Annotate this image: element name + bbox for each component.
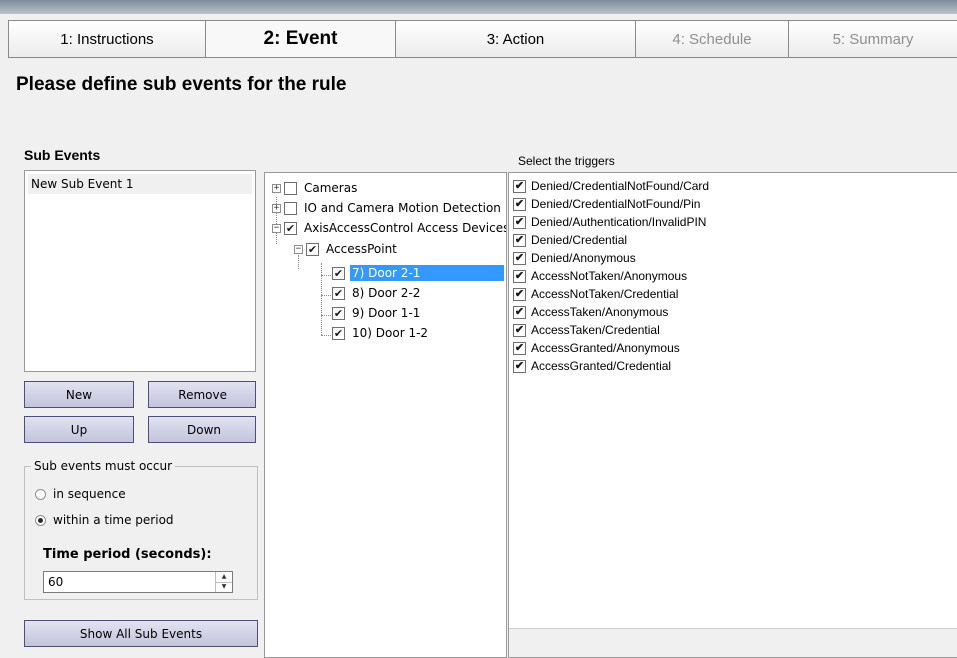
stepper-down-icon[interactable]: ▼ xyxy=(216,581,232,593)
checkbox-checked[interactable]: ✔ xyxy=(332,286,345,300)
collapse-icon[interactable]: − xyxy=(272,223,281,233)
checkbox-checked[interactable]: ✔ xyxy=(513,179,526,193)
checkbox-checked[interactable]: ✔ xyxy=(513,305,526,319)
trigger-item[interactable]: ✔ AccessTaken/Anonymous xyxy=(513,303,668,321)
radio-selected-dot xyxy=(38,517,43,523)
tree-node-door-2-2[interactable]: ✔ 8) Door 2-2 xyxy=(332,283,422,303)
tree-node-label: IO and Camera Motion Detection xyxy=(304,201,501,215)
radio-within-time-period[interactable]: within a time period xyxy=(35,513,174,527)
checkbox-checked[interactable]: ✔ xyxy=(513,287,526,301)
tab-event[interactable]: 2: Event xyxy=(206,21,396,57)
trigger-label: Denied/Credential xyxy=(531,233,628,247)
radio-label: in sequence xyxy=(53,487,126,501)
tree-node-access-devices[interactable]: − ✔ AxisAccessControl Access Devices xyxy=(272,218,507,238)
checkbox-checked[interactable]: ✔ xyxy=(513,323,526,337)
sub-events-title: Sub Events xyxy=(24,147,101,163)
checkbox-checked[interactable]: ✔ xyxy=(284,221,297,235)
sub-events-list[interactable]: New Sub Event 1 xyxy=(24,170,256,372)
tree-node-label: AxisAccessControl Access Devices xyxy=(304,221,507,235)
wizard-tabs: 1: Instructions 2: Event 3: Action 4: Sc… xyxy=(8,20,957,58)
stepper-arrows[interactable]: ▲ ▼ xyxy=(215,572,232,592)
checkbox-checked[interactable]: ✔ xyxy=(513,341,526,355)
tree-node-label: 9) Door 1-1 xyxy=(352,306,421,320)
stepper-up-icon[interactable]: ▲ xyxy=(216,572,232,582)
tree-node-access-point[interactable]: − ✔ AccessPoint xyxy=(294,239,399,259)
radio-circle[interactable] xyxy=(35,488,46,500)
show-all-sub-events-button[interactable]: Show All Sub Events xyxy=(24,620,258,647)
trigger-label: AccessTaken/Anonymous xyxy=(531,305,669,319)
checkbox-checked[interactable]: ✔ xyxy=(332,326,345,340)
tree-node-cameras[interactable]: + Cameras xyxy=(272,178,359,198)
radio-in-sequence[interactable]: in sequence xyxy=(35,487,126,501)
tab-instructions[interactable]: 1: Instructions xyxy=(9,21,206,57)
trigger-item[interactable]: ✔ Denied/Anonymous xyxy=(513,249,636,267)
tree-node-door-1-2[interactable]: ✔ 10) Door 1-2 xyxy=(332,323,430,343)
trigger-label: Denied/CredentialNotFound/Card xyxy=(531,179,710,193)
trigger-label: AccessGranted/Credential xyxy=(531,359,672,373)
occurrence-legend: Sub events must occur xyxy=(31,459,176,473)
trigger-item[interactable]: ✔ Denied/CredentialNotFound/Pin xyxy=(513,195,700,213)
radio-label: within a time period xyxy=(53,513,174,527)
checkbox-checked[interactable]: ✔ xyxy=(306,242,319,256)
tab-action[interactable]: 3: Action xyxy=(396,21,636,57)
trigger-label: Denied/CredentialNotFound/Pin xyxy=(531,197,701,211)
trigger-item[interactable]: ✔ AccessNotTaken/Credential xyxy=(513,285,678,303)
up-button[interactable]: Up xyxy=(24,416,134,443)
checkbox-checked[interactable]: ✔ xyxy=(513,233,526,247)
remove-button[interactable]: Remove xyxy=(148,381,256,408)
trigger-item[interactable]: ✔ AccessTaken/Credential xyxy=(513,321,660,339)
tree-node-label: AccessPoint xyxy=(326,242,397,256)
triggers-list[interactable]: ✔ Denied/CredentialNotFound/Card ✔ Denie… xyxy=(508,172,957,658)
time-period-label: Time period (seconds): xyxy=(43,547,212,562)
checkbox-checked[interactable]: ✔ xyxy=(513,269,526,283)
trigger-label: AccessTaken/Credential xyxy=(531,323,660,337)
tree-node-label: 8) Door 2-2 xyxy=(352,286,421,300)
checkbox[interactable] xyxy=(284,181,297,195)
tree-node-label: 7) Door 2-1 xyxy=(350,265,504,281)
trigger-label: Denied/Authentication/InvalidPIN xyxy=(531,215,707,229)
checkbox-checked[interactable]: ✔ xyxy=(513,251,526,265)
expand-icon[interactable]: + xyxy=(272,203,281,213)
radio-circle[interactable] xyxy=(35,514,46,526)
checkbox-checked[interactable]: ✔ xyxy=(513,197,526,211)
tab-schedule: 4: Schedule xyxy=(636,21,789,57)
new-button[interactable]: New xyxy=(24,381,134,408)
tab-summary: 5: Summary xyxy=(789,21,957,57)
tree-node-door-2-1[interactable]: ✔ 7) Door 2-1 xyxy=(332,263,504,283)
triggers-footer xyxy=(509,628,957,657)
trigger-item[interactable]: ✔ Denied/Credential xyxy=(513,231,627,249)
tree-node-io-motion[interactable]: + IO and Camera Motion Detection xyxy=(272,198,503,218)
trigger-label: AccessNotTaken/Anonymous xyxy=(531,269,688,283)
checkbox-checked[interactable]: ✔ xyxy=(513,215,526,229)
trigger-item[interactable]: ✔ AccessGranted/Anonymous xyxy=(513,339,680,357)
trigger-item[interactable]: ✔ AccessGranted/Credential xyxy=(513,357,671,375)
tree-node-label: 10) Door 1-2 xyxy=(352,326,429,340)
device-tree[interactable]: + Cameras + IO and Camera Motion Detecti… xyxy=(264,172,507,658)
time-period-value[interactable]: 60 xyxy=(48,575,63,589)
occurrence-group: Sub events must occur in sequence within… xyxy=(24,459,258,600)
checkbox-checked[interactable]: ✔ xyxy=(332,266,345,280)
window-title-bar xyxy=(0,0,957,14)
checkbox[interactable] xyxy=(284,201,297,215)
trigger-item[interactable]: ✔ Denied/CredentialNotFound/Card xyxy=(513,177,709,195)
expand-icon[interactable]: + xyxy=(272,183,281,193)
trigger-label: Denied/Anonymous xyxy=(531,251,636,265)
page-heading: Please define sub events for the rule xyxy=(16,74,347,95)
trigger-label: AccessGranted/Anonymous xyxy=(531,341,680,355)
triggers-title: Select the triggers xyxy=(518,154,615,168)
time-period-stepper[interactable]: 60 ▲ ▼ xyxy=(43,571,233,593)
down-button[interactable]: Down xyxy=(148,416,256,443)
checkbox-checked[interactable]: ✔ xyxy=(513,359,526,373)
trigger-item[interactable]: ✔ AccessNotTaken/Anonymous xyxy=(513,267,687,285)
checkbox-checked[interactable]: ✔ xyxy=(332,306,345,320)
tree-node-door-1-1[interactable]: ✔ 9) Door 1-1 xyxy=(332,303,422,323)
collapse-icon[interactable]: − xyxy=(294,244,303,254)
trigger-item[interactable]: ✔ Denied/Authentication/InvalidPIN xyxy=(513,213,706,231)
trigger-label: AccessNotTaken/Credential xyxy=(531,287,679,301)
tree-node-label: Cameras xyxy=(304,181,358,195)
list-item[interactable]: New Sub Event 1 xyxy=(28,174,252,194)
